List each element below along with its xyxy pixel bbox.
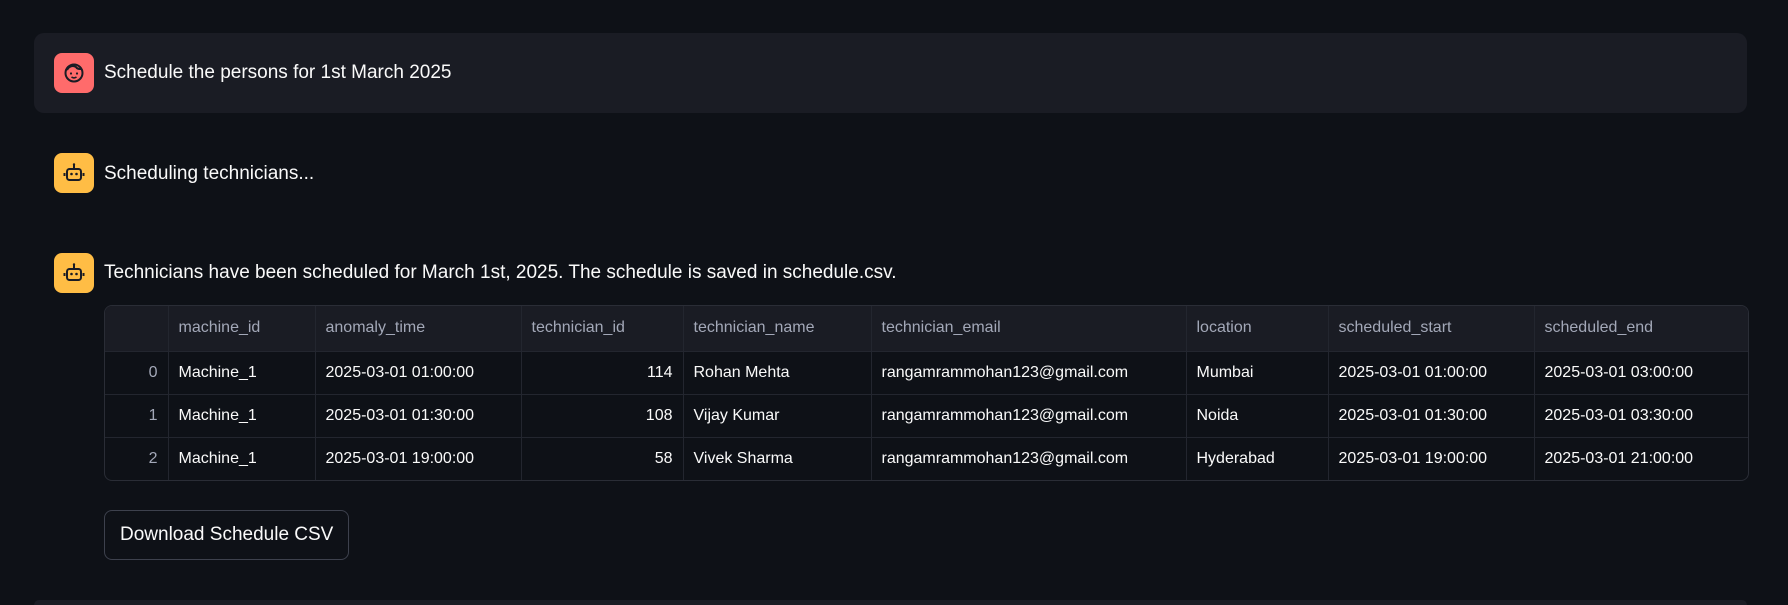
cell-technician-email[interactable]: rangamrammohan123@gmail.com: [871, 351, 1187, 395]
cell-scheduled-start[interactable]: 2025-03-01 01:00:00: [1328, 351, 1535, 395]
assistant-message-result: Technicians have been scheduled for Marc…: [34, 253, 1749, 573]
assistant-message-text: Scheduling technicians...: [104, 163, 315, 184]
cell-anomaly-time[interactable]: 2025-03-01 01:00:00: [315, 351, 522, 395]
cell-machine-id[interactable]: Machine_1: [168, 394, 316, 438]
assistant-message-text: Technicians have been scheduled for Marc…: [104, 262, 897, 283]
column-header-technician-id[interactable]: technician_id: [521, 306, 684, 352]
table-header-row: machine_id anomaly_time technician_id te…: [105, 306, 1748, 352]
cell-technician-name[interactable]: Vijay Kumar: [683, 394, 872, 438]
cell-anomaly-time[interactable]: 2025-03-01 19:00:00: [315, 437, 522, 480]
assistant-message-status: Scheduling technicians...: [34, 153, 1747, 193]
cell-scheduled-start[interactable]: 2025-03-01 19:00:00: [1328, 437, 1535, 480]
next-message-edge: [34, 600, 1747, 605]
cell-location[interactable]: Noida: [1186, 394, 1329, 438]
user-message: Schedule the persons for 1st March 2025: [34, 33, 1747, 113]
cell-technician-name[interactable]: Vivek Sharma: [683, 437, 872, 480]
cell-technician-name[interactable]: Rohan Mehta: [683, 351, 872, 395]
row-index: 2: [105, 437, 169, 480]
schedule-table: machine_id anomaly_time technician_id te…: [105, 306, 1748, 480]
schedule-dataframe[interactable]: machine_id anomaly_time technician_id te…: [104, 305, 1749, 481]
column-header-scheduled-start[interactable]: scheduled_start: [1328, 306, 1535, 352]
column-header-technician-email[interactable]: technician_email: [871, 306, 1187, 352]
cell-technician-id[interactable]: 58: [521, 437, 684, 480]
cell-machine-id[interactable]: Machine_1: [168, 351, 316, 395]
table-row: 2 Machine_1 2025-03-01 19:00:00 58 Vivek…: [105, 437, 1748, 480]
table-row: 1 Machine_1 2025-03-01 01:30:00 108 Vija…: [105, 394, 1748, 438]
column-header-technician-name[interactable]: technician_name: [683, 306, 872, 352]
cell-scheduled-end[interactable]: 2025-03-01 21:00:00: [1534, 437, 1748, 480]
face-icon: [54, 53, 94, 93]
column-header-location[interactable]: location: [1186, 306, 1329, 352]
cell-machine-id[interactable]: Machine_1: [168, 437, 316, 480]
column-header-machine-id[interactable]: machine_id: [168, 306, 316, 352]
chat-container: Schedule the persons for 1st March 2025 …: [0, 0, 1788, 605]
cell-location[interactable]: Hyderabad: [1186, 437, 1329, 480]
row-index: 1: [105, 394, 169, 438]
cell-scheduled-start[interactable]: 2025-03-01 01:30:00: [1328, 394, 1535, 438]
robot-icon: [54, 253, 94, 293]
cell-anomaly-time[interactable]: 2025-03-01 01:30:00: [315, 394, 522, 438]
cell-location[interactable]: Mumbai: [1186, 351, 1329, 395]
user-message-text: Schedule the persons for 1st March 2025: [104, 62, 452, 83]
column-header-index[interactable]: [105, 306, 169, 352]
row-index: 0: [105, 351, 169, 395]
column-header-scheduled-end[interactable]: scheduled_end: [1534, 306, 1748, 352]
table-row: 0 Machine_1 2025-03-01 01:00:00 114 Roha…: [105, 351, 1748, 395]
cell-scheduled-end[interactable]: 2025-03-01 03:00:00: [1534, 351, 1748, 395]
cell-technician-email[interactable]: rangamrammohan123@gmail.com: [871, 437, 1187, 480]
cell-scheduled-end[interactable]: 2025-03-01 03:30:00: [1534, 394, 1748, 438]
cell-technician-id[interactable]: 108: [521, 394, 684, 438]
column-header-anomaly-time[interactable]: anomaly_time: [315, 306, 522, 352]
robot-icon: [54, 153, 94, 193]
cell-technician-id[interactable]: 114: [521, 351, 684, 395]
cell-technician-email[interactable]: rangamrammohan123@gmail.com: [871, 394, 1187, 438]
download-schedule-csv-button[interactable]: Download Schedule CSV: [104, 510, 350, 560]
